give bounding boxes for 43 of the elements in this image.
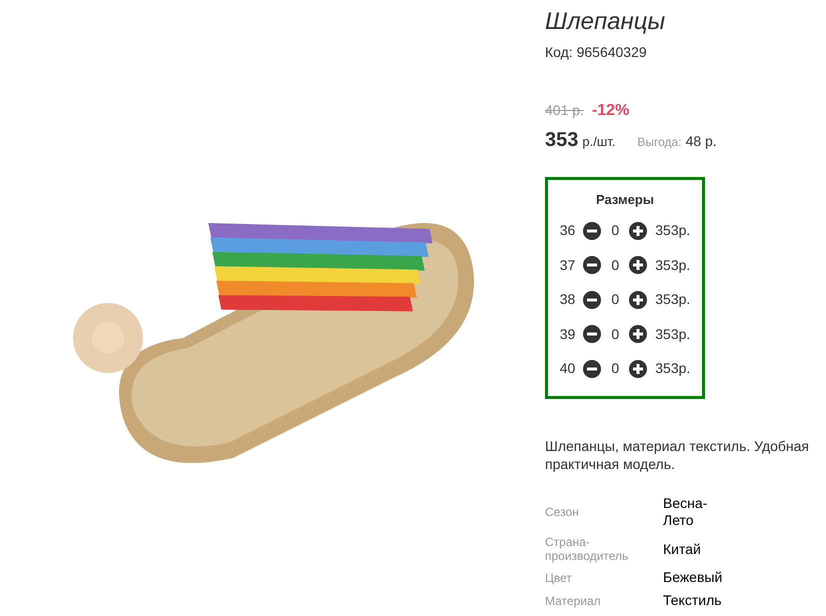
size-label: 39 — [560, 324, 576, 344]
old-price: 401 р. — [545, 101, 584, 120]
spec-label: Материал — [545, 594, 602, 608]
spec-value: Весна-Лето — [663, 495, 708, 529]
minus-icon[interactable] — [583, 360, 602, 378]
product-code: Код: 965640329 — [545, 43, 648, 62]
minus-icon[interactable] — [583, 290, 602, 309]
plus-icon[interactable] — [629, 222, 648, 240]
size-label: 37 — [560, 256, 576, 275]
quantity-value: 0 — [610, 221, 620, 240]
plus-icon[interactable] — [629, 290, 648, 309]
spec-value: Текстиль — [663, 592, 721, 609]
spec-label: Страна-производитель — [545, 535, 630, 563]
size-price: 353р. — [655, 324, 690, 344]
current-price: 353 — [545, 128, 578, 153]
size-price: 353р. — [655, 290, 690, 310]
size-label: 36 — [560, 221, 576, 240]
product-title: Шлепанцы — [545, 8, 666, 36]
spec-label: Цвет — [545, 570, 573, 584]
price-unit: р./шт. — [582, 133, 616, 151]
plus-icon[interactable] — [629, 325, 648, 344]
size-price: 353р. — [655, 221, 690, 240]
minus-icon[interactable] — [583, 256, 602, 274]
spec-value: Бежевый — [663, 569, 721, 586]
spec-label: Сезон — [545, 505, 580, 519]
savings-label: Выгода: — [637, 134, 682, 151]
quantity-value: 0 — [610, 256, 620, 275]
spec-value: Китай — [663, 540, 701, 558]
size-price: 353р. — [655, 256, 690, 275]
plus-icon[interactable] — [629, 256, 648, 274]
product-description: Шлепанцы, материал текстиль. Удобная практичная модель. — [545, 437, 810, 473]
discount-percent: -12% — [592, 101, 630, 121]
quantity-value: 0 — [610, 359, 620, 378]
savings-amount: 48 р. — [686, 132, 717, 151]
size-label: 40 — [560, 359, 576, 378]
size-label: 38 — [560, 290, 576, 310]
minus-icon[interactable] — [583, 222, 602, 240]
size-price: 353р. — [655, 359, 690, 378]
minus-icon[interactable] — [583, 325, 602, 344]
sizes-title: Размеры — [596, 191, 654, 209]
plus-icon[interactable] — [629, 360, 648, 378]
quantity-value: 0 — [610, 324, 620, 344]
quantity-value: 0 — [610, 290, 620, 310]
